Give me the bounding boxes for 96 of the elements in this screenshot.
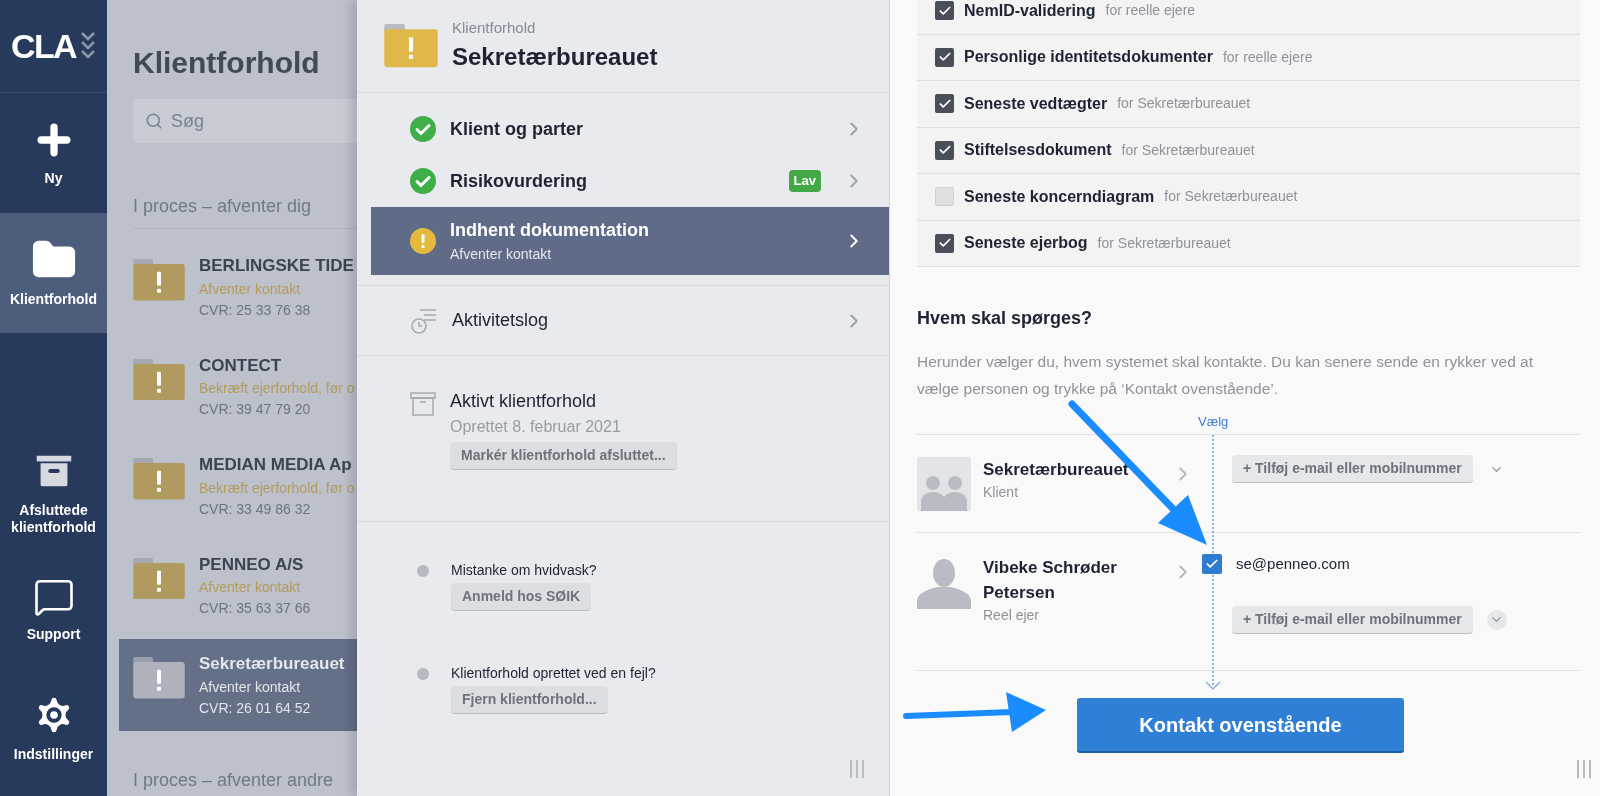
document-label: Seneste ejerbog	[964, 233, 1088, 254]
document-label: Seneste koncerndiagram	[964, 186, 1155, 207]
client-item[interactable]: Sekretærbureauet Afventer kontakt CVR: 26 01 64 52	[119, 639, 357, 731]
chevrons-icon	[79, 31, 96, 61]
document-label: Stiftelsesdokument	[964, 140, 1112, 161]
contact-name: Sekretærbureauet	[983, 459, 1130, 481]
dropdown-button[interactable]	[1486, 609, 1507, 630]
document-note: for Sekretærbureauet	[1097, 233, 1231, 253]
client-item[interactable]: MEDIAN MEDIA Ap Bekræft ejerforhold, før o CVR: 33 49 86 32	[119, 440, 357, 532]
archive-icon	[410, 392, 436, 416]
warning-folder-icon	[133, 657, 185, 699]
client-cvr: CVR: 26 01 64 52	[199, 698, 312, 718]
client-item[interactable]: BERLINGSKE TIDE Afventer kontakt CVR: 25 33 76 38	[119, 241, 357, 333]
client-status: Bekræft ejerforhold, før o	[199, 478, 355, 498]
action-question: Mistanke om hvidvask?	[451, 561, 597, 580]
warning-folder-icon	[133, 358, 185, 401]
document-label: Personlige identitetsdokumenter	[964, 47, 1213, 68]
contact-button[interactable]: Kontakt ovenstående	[1077, 698, 1404, 753]
sidebar-item[interactable]: Indstillinger	[0, 669, 107, 787]
client-item[interactable]: PENNEO A/S Afventer kontakt CVR: 35 63 37 66	[119, 539, 357, 631]
add-contact-button[interactable]: + Tilføj e-mail eller mobilnummer	[1232, 605, 1473, 634]
document-note: for Sekretærbureauet	[1117, 94, 1251, 114]
section-heading: I proces – afventer dig	[133, 196, 312, 216]
client-status: Afventer kontakt	[199, 578, 302, 597]
contact-email: se@penneo.com	[1236, 554, 1350, 574]
warning-folder-icon	[133, 557, 185, 600]
step-label: Indhent dokumentation	[450, 219, 650, 242]
search-icon	[145, 112, 163, 130]
risk-badge: Lav	[788, 170, 821, 192]
checkbox[interactable]	[935, 1, 954, 21]
warning-circle-icon	[410, 228, 436, 254]
action-question: Klientforhold oprettet ved en fejl?	[451, 664, 656, 683]
checkbox[interactable]	[935, 187, 954, 207]
document-note: for Sekretærbureauet	[1121, 140, 1255, 160]
document-note: for Sekretærbureauet	[1164, 187, 1298, 207]
checkbox[interactable]	[935, 47, 954, 67]
step-status: Afventer kontakt	[450, 245, 553, 264]
panel-caption: Klientforhold	[452, 17, 537, 38]
resize-handle-icon[interactable]	[849, 760, 865, 778]
action-button[interactable]: Fjern klientforhold...	[451, 686, 608, 714]
warning-folder-icon	[133, 259, 185, 301]
client-name: PENNEO A/S	[199, 553, 305, 576]
warning-folder-icon	[133, 458, 185, 500]
document-note: for reelle ejere	[1105, 1, 1196, 21]
close-relationship-button[interactable]: Markér klientforhold afsluttet...	[450, 442, 677, 470]
search-field[interactable]: Søg	[133, 99, 357, 143]
sidebar-item[interactable]: Support	[0, 551, 107, 669]
sidebar-item[interactable]: Ny	[0, 93, 107, 213]
checkbox[interactable]	[1202, 554, 1222, 575]
group-avatar-icon	[917, 457, 971, 511]
column-label: Vælg	[1198, 413, 1229, 431]
logo: CLA	[11, 25, 76, 67]
client-status: Bekræft ejerforhold, før o	[199, 379, 355, 398]
check-circle-icon	[410, 116, 436, 142]
add-contact-button[interactable]: + Tilføj e-mail eller mobilnummer	[1232, 455, 1473, 483]
panel-title: Sekretærbureauet	[452, 42, 658, 73]
checkbox[interactable]	[935, 233, 954, 253]
status-title: Aktivt klientforhold	[450, 390, 597, 413]
client-name: MEDIAN MEDIA Ap	[199, 454, 353, 476]
step-item[interactable]: Indhent dokumentation Afventer kontakt	[371, 207, 889, 275]
checkbox[interactable]	[935, 140, 954, 160]
folder-icon	[384, 24, 438, 68]
sidebar-item[interactable]: Klientforhold	[0, 213, 107, 333]
contact-role: Klient	[983, 483, 1020, 502]
check-circle-icon	[410, 168, 436, 194]
contact-role: Reel ejer	[983, 606, 1041, 625]
client-cvr: CVR: 39 47 79 20	[199, 400, 312, 419]
resize-handle-icon[interactable]	[1576, 760, 1592, 778]
created-date: Oprettet 8. februar 2021	[450, 417, 621, 437]
client-status: Afventer kontakt	[199, 677, 302, 697]
document-note: for reelle ejere	[1222, 47, 1313, 67]
document-label: NemID-validering	[964, 0, 1096, 21]
client-cvr: CVR: 33 49 86 32	[199, 499, 312, 519]
step-item[interactable]: Risikovurdering Lav	[371, 155, 889, 207]
contact-name: Vibeke Schrøder Petersen	[983, 557, 1118, 604]
client-name: CONTECT	[199, 354, 283, 377]
step-label: Klient og parter	[450, 117, 584, 141]
section-heading: I proces – afventer andre	[133, 769, 334, 790]
step-label: Risikovurdering	[450, 169, 589, 193]
activity-log-icon	[410, 306, 438, 335]
client-name: Sekretærbureauet	[199, 653, 345, 675]
client-name: BERLINGSKE TIDE	[199, 255, 354, 277]
section-description: Herunder vælger du, hvem systemet skal kontakte. Du kan senere sende en rykker ved at vælge personen og trykke på ‘Kontakt ovenstående’.	[917, 352, 1534, 399]
activity-label: Aktivitetslog	[452, 309, 550, 332]
client-cvr: CVR: 25 33 76 38	[199, 300, 312, 320]
client-status: Afventer kontakt	[199, 279, 302, 299]
section-heading: Hvem skal spørges?	[917, 307, 1094, 330]
step-item[interactable]: Klient og parter	[371, 103, 889, 155]
action-button[interactable]: Anmeld hos SØIK	[451, 583, 592, 611]
activity-row[interactable]: Aktivitetslog	[357, 286, 889, 356]
sidebar-item[interactable]: Afsluttede klientforhold	[0, 433, 107, 551]
document-label: Seneste vedtægter	[964, 93, 1108, 114]
client-cvr: CVR: 35 63 37 66	[199, 599, 311, 618]
page-title: Klientforhold	[133, 45, 321, 81]
client-item[interactable]: CONTECT Bekræft ejerforhold, før o CVR: 39 47 79 20	[119, 340, 357, 432]
checkbox[interactable]	[935, 94, 954, 114]
